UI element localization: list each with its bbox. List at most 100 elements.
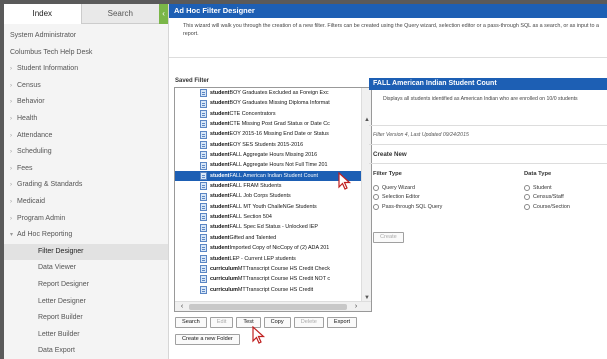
saved-filter-item[interactable]: student FALL Aggregate Hours Not Full Ti… [175,160,363,170]
saved-filter-item[interactable]: curriculum MTTranscript Course HS Credit… [175,274,363,284]
filter-name: FALL Job Corps Students [229,193,291,200]
sidebar-item[interactable]: Data Viewer [4,260,168,277]
tab-index[interactable]: Index [4,4,82,24]
sidebar-item[interactable]: › Census [4,78,168,95]
filter-detail-title: FALL American Indian Student Count [369,78,607,90]
saved-filter-item[interactable]: student FALL Section 504 [175,212,363,222]
saved-filter-item[interactable]: student FALL Spec Ed Status - Unlocked I… [175,222,363,232]
copy-button[interactable]: Copy [263,317,291,328]
tab-search[interactable]: Search [81,4,160,24]
create-folder-button[interactable]: Create a new Folder [175,334,240,345]
scrollbar-thumb[interactable] [189,304,347,310]
scroll-left-icon[interactable]: ‹ [177,302,187,311]
filter-type-label: student [210,183,230,190]
sidebar-item[interactable]: Report Designer [4,277,168,294]
radio-button[interactable] [524,194,530,201]
radio-button[interactable] [373,194,379,201]
saved-filter-item[interactable]: student CTE Concentrators [175,109,363,119]
filter-document-icon [200,223,207,232]
data-type-option[interactable]: Census/Staff [524,193,570,203]
create-button[interactable]: Create [373,232,404,243]
sidebar-item-label: System Administrator [10,32,77,39]
filter-name: BOY Graduates Missing Diploma Informat [229,100,330,107]
sidebar-item[interactable]: › Attendance [4,128,168,145]
sidebar-item[interactable]: › Student Information [4,61,168,78]
edit-button[interactable]: Edit [209,317,234,328]
app-window: Index Search ‹ System Administrator Colum… [4,4,607,359]
sidebar-item[interactable]: Filter Designer [4,243,168,261]
scroll-right-icon[interactable]: › [351,302,361,311]
sidebar-item[interactable]: › Grading & Standards [4,177,168,194]
filter-type-option[interactable]: Selection Editor [373,193,442,203]
saved-filter-list[interactable]: student BOY Graduates Excluded as Foreig… [174,87,372,312]
filter-type-option[interactable]: Query Wizard [373,183,442,193]
sidebar: Index Search ‹ System Administrator Colum… [4,4,169,359]
sidebar-item[interactable]: › Health [4,111,168,128]
saved-filter-item[interactable]: student FALL American Indian Student Cou… [175,170,363,182]
saved-filter-item[interactable]: curriculum MTTranscript Course HS Credit [175,285,363,295]
sidebar-item[interactable]: Data Export [4,343,168,359]
saved-filter-item[interactable]: student Imported Copy of NicCopy of (2) … [175,243,363,253]
filter-name: Gifted and Talented [229,234,277,241]
filter-description: Displays all students identified as Amer… [369,90,607,126]
filter-type-label: student [210,255,230,262]
filter-type-label: student [210,100,230,107]
radio-button[interactable] [524,203,530,210]
saved-filter-item[interactable]: student FALL FRAM Students [175,181,363,191]
sidebar-item[interactable]: › Fees [4,161,168,178]
chevron-right-icon: › [10,165,12,172]
filter-type-label: curriculum [210,265,238,272]
filter-type-label: curriculum [210,276,238,283]
saved-filter-item[interactable]: student EOY 2015-16 Missing End Date or … [175,129,363,139]
intro-text: This wizard will walk you through the cr… [169,18,607,58]
data-type-option[interactable]: Student [524,183,570,193]
radio-button[interactable] [373,184,379,191]
filter-type-option[interactable]: Pass-through SQL Query [373,202,442,212]
chevron-right-icon: › [10,115,12,122]
sidebar-item[interactable]: Letter Designer [4,294,168,311]
saved-filter-item[interactable]: student Gifted and Talented [175,233,363,243]
saved-filter-item[interactable]: student CTE Missing Post Grad Status or … [175,119,363,129]
sidebar-item[interactable]: Letter Builder [4,327,168,344]
sidebar-item[interactable]: Report Builder [4,310,168,327]
filter-type-label: student [210,152,230,159]
saved-filter-item[interactable]: student BOY Graduates Missing Diploma In… [175,98,363,108]
filter-name: FALL Aggregate Hours Not Full Time 201 [229,162,328,169]
sidebar-item[interactable]: › Program Admin [4,211,168,228]
sidebar-item[interactable]: System Administrator [4,28,168,45]
filter-type-group: Filter Type Query Wizard Selection Editor… [373,171,442,212]
export-button[interactable]: Export [326,317,358,328]
radio-button[interactable] [373,203,379,210]
radio-button[interactable] [524,184,530,191]
sidebar-item[interactable]: › Scheduling [4,144,168,161]
data-type-option[interactable]: Course/Section [524,202,570,212]
filter-detail-panel: FALL American Indian Student Count Displ… [369,78,607,288]
filter-name: EOY SES Students 2015-2016 [229,141,304,148]
saved-filter-item[interactable]: student LEP - Current LEP students [175,254,363,264]
saved-filter-item[interactable]: student EOY SES Students 2015-2016 [175,140,363,150]
saved-filter-item[interactable]: student FALL Job Corps Students [175,191,363,201]
collapse-sidebar-button[interactable]: ‹ [159,4,168,24]
saved-filter-item[interactable]: curriculum MTTranscript Course HS Credit… [175,264,363,274]
sidebar-item[interactable]: › Behavior [4,94,168,111]
main-panel: Ad Hoc Filter Designer This wizard will … [169,4,607,359]
search-button[interactable]: Search [175,317,207,328]
saved-filter-item[interactable]: student FALL Aggregate Hours Missing 201… [175,150,363,160]
horizontal-scrollbar[interactable]: ‹ › [175,301,371,311]
sidebar-item-label: Student Information [17,65,79,73]
sidebar-item-label: Ad Hoc Reporting [17,231,73,239]
data-type-group: Data Type Student Census/Staff Course/Sect… [524,171,570,212]
saved-filter-item[interactable]: student BOY Graduates Excluded as Foreig… [175,88,363,98]
filter-name: FALL FRAM Students [229,183,282,190]
sidebar-item[interactable]: Columbus Tech Help Desk [4,45,168,62]
mouse-pointer-icon [338,172,352,190]
sidebar-item[interactable]: › Medicaid [4,194,168,211]
filter-name: FALL MT Youth ChalleNGe Students [229,203,317,210]
filter-type-option-label: Selection Editor [382,194,420,201]
data-type-header: Data Type [524,171,552,177]
chevron-right-icon: › [10,198,12,205]
sidebar-item[interactable]: ▾ Ad Hoc Reporting [4,227,168,244]
saved-filter-item[interactable]: student FALL MT Youth ChalleNGe Students [175,202,363,212]
delete-button[interactable]: Delete [293,317,324,328]
filter-document-icon [200,99,207,108]
